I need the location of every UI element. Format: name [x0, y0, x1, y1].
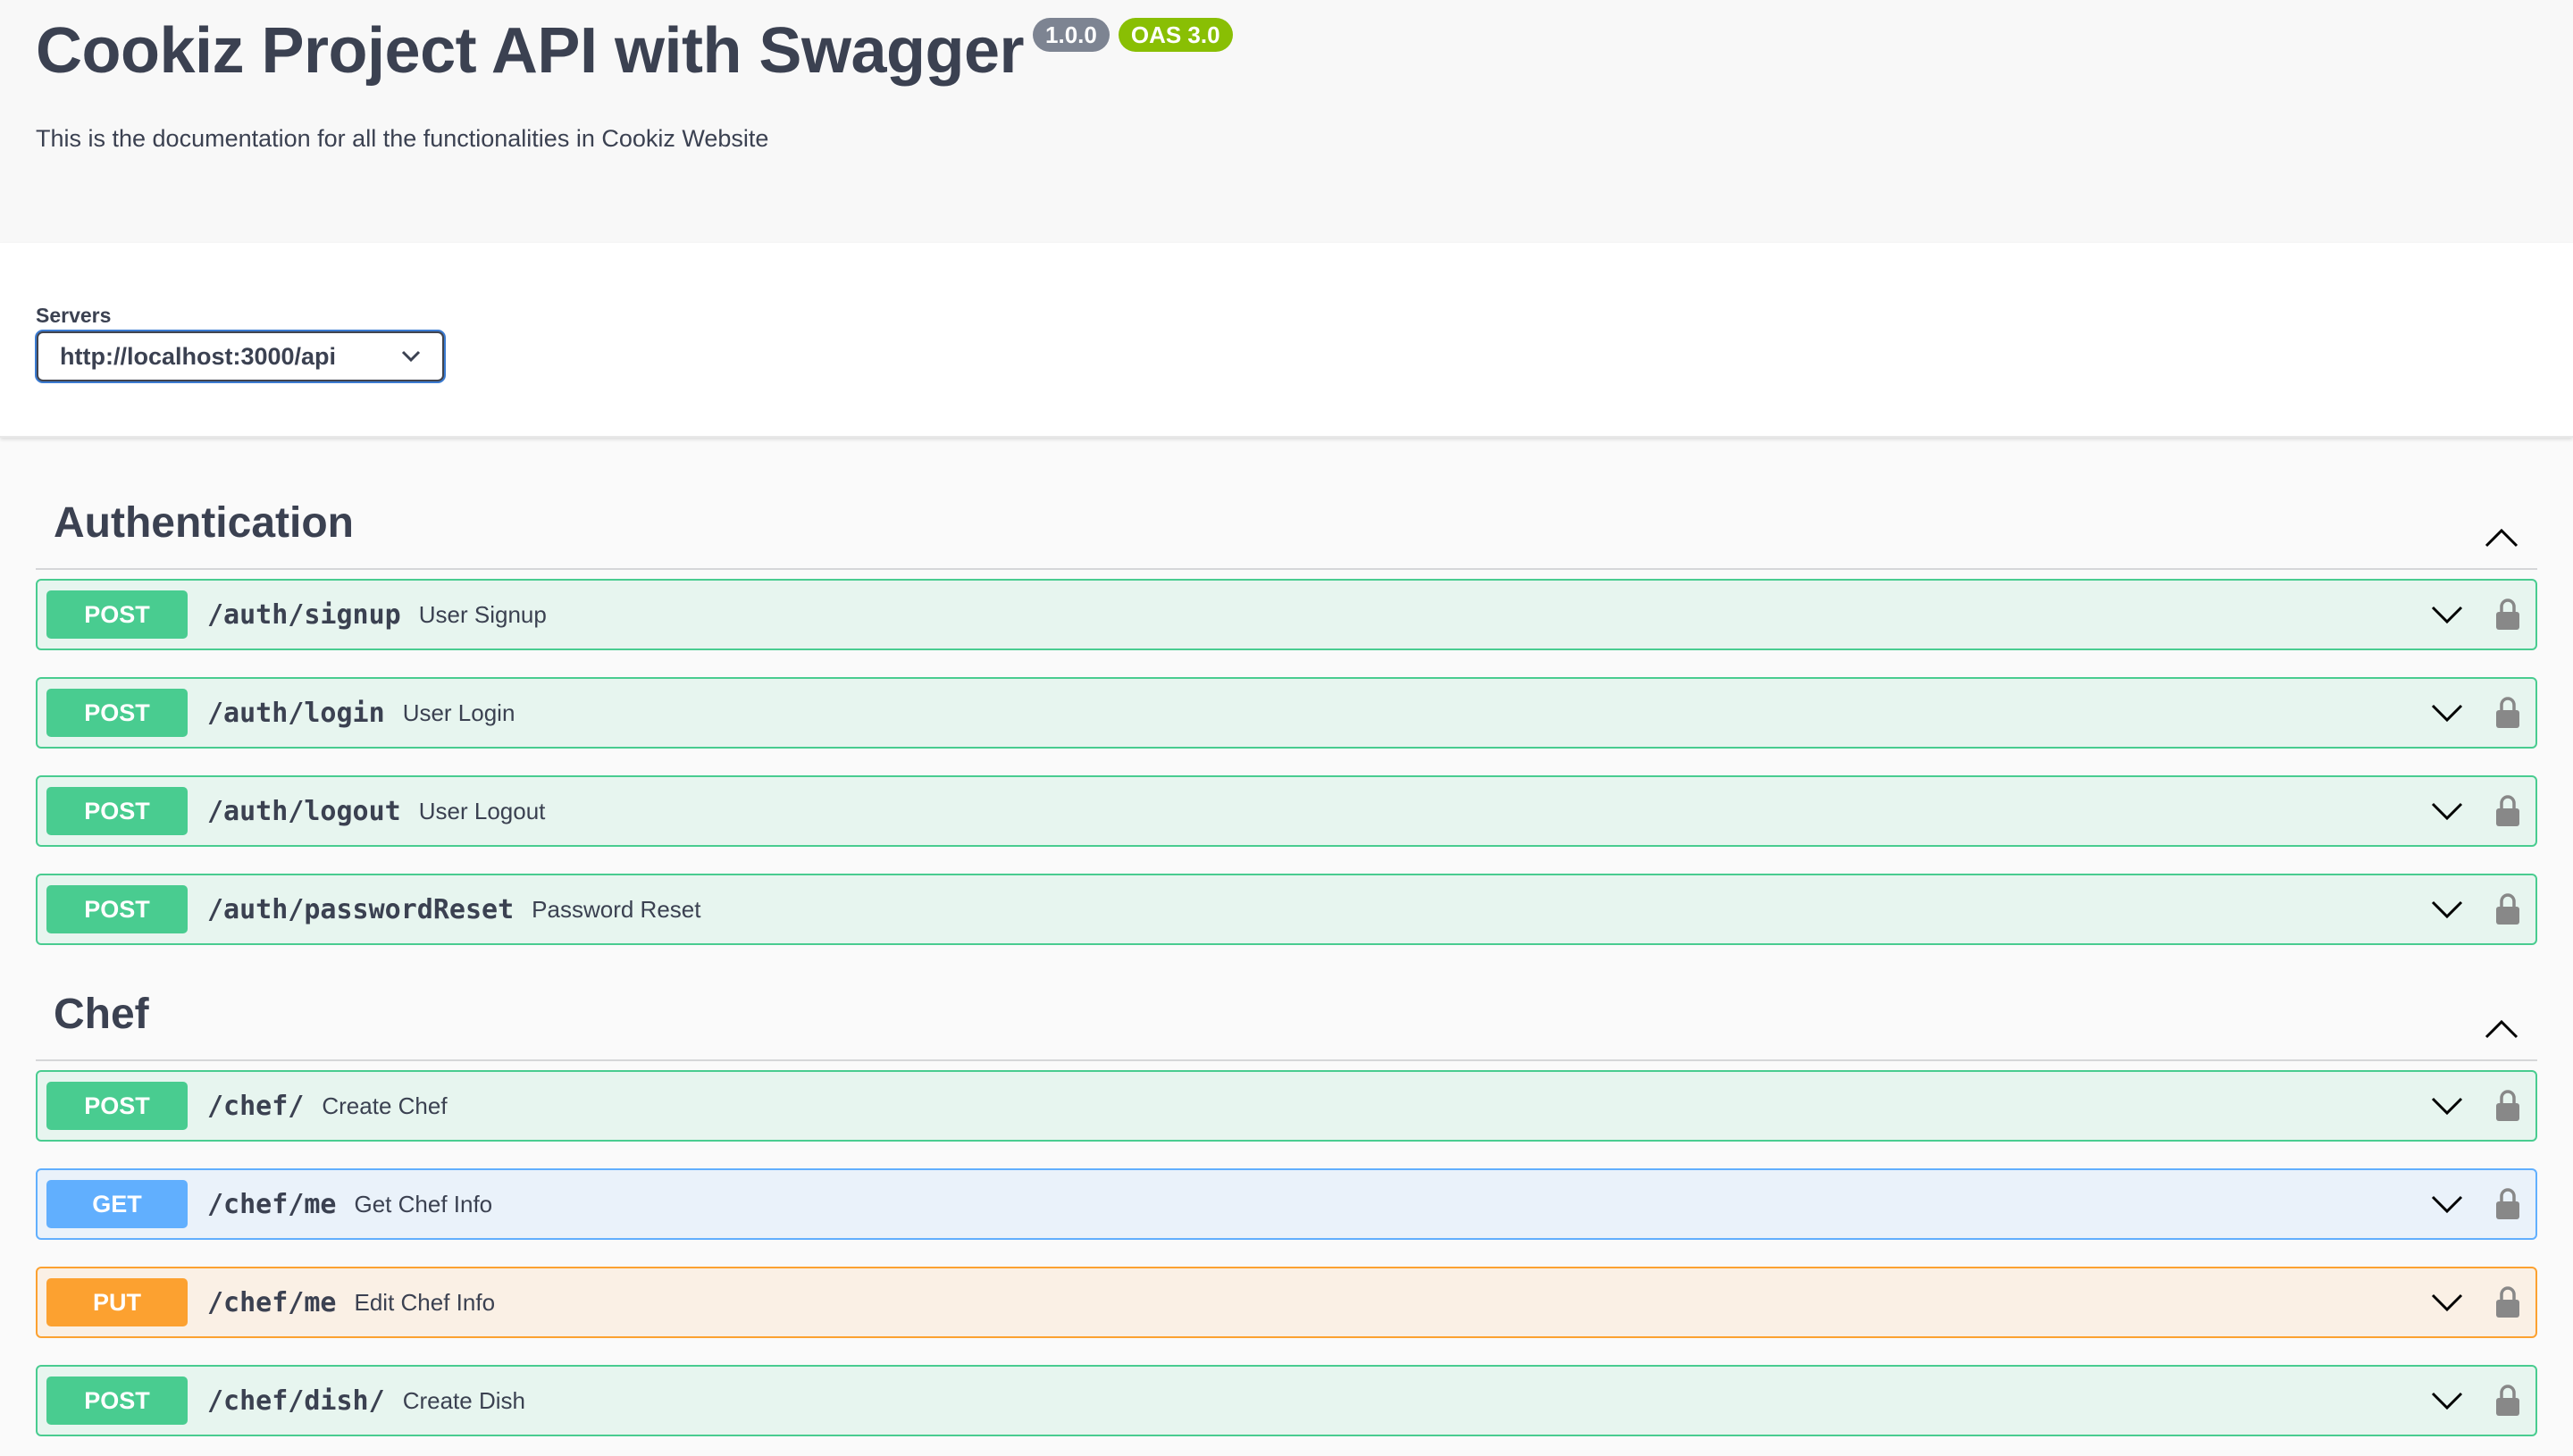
operation-path: /chef/	[207, 1090, 305, 1122]
operation-summary: User Signup	[418, 600, 547, 628]
operation-summary: Create Chef	[322, 1092, 448, 1119]
operation-put-chef-me[interactable]: PUT /chef/me Edit Chef Info	[36, 1267, 2537, 1338]
operation-summary: Password Reset	[532, 895, 701, 923]
operation-post-auth-logout[interactable]: POST /auth/logout User Logout	[36, 775, 2537, 847]
lock-icon[interactable]	[2494, 696, 2521, 730]
chevron-down-icon[interactable]	[2430, 1096, 2464, 1116]
servers-section: Servers http://localhost:3000/api	[0, 243, 2573, 438]
title-row: Cookiz Project API with Swagger 1.0.0 OA…	[36, 13, 1233, 89]
operation-path: /chef/dish/	[207, 1385, 385, 1417]
operation-path: /auth/signup	[207, 598, 401, 631]
operation-post-auth-login[interactable]: POST /auth/login User Login	[36, 677, 2537, 749]
operation-summary: Get Chef Info	[354, 1190, 493, 1218]
chevron-down-icon	[401, 350, 421, 363]
lock-icon[interactable]	[2494, 1187, 2521, 1221]
operation-path: /auth/logout	[207, 795, 401, 827]
chevron-down-icon[interactable]	[2430, 1194, 2464, 1214]
tag-section-chef: Chef POST /chef/ Create Chef GET /chef/m…	[36, 945, 2537, 1436]
chevron-down-icon[interactable]	[2430, 703, 2464, 723]
chevron-down-icon[interactable]	[2430, 900, 2464, 919]
operation-post-auth-password-reset[interactable]: POST /auth/passwordReset Password Reset	[36, 874, 2537, 945]
operation-path: /chef/me	[207, 1188, 337, 1220]
operation-summary: User Logout	[418, 797, 546, 824]
operation-post-chef-dish[interactable]: POST /chef/dish/ Create Dish	[36, 1365, 2537, 1436]
operations-list: Authentication POST /auth/signup User Si…	[0, 438, 2573, 1436]
oas-badge: OAS 3.0	[1118, 18, 1233, 52]
lock-icon[interactable]	[2494, 1089, 2521, 1123]
lock-icon[interactable]	[2494, 794, 2521, 828]
method-badge: POST	[46, 787, 188, 835]
tag-title: Authentication	[54, 499, 354, 547]
operation-post-auth-signup[interactable]: POST /auth/signup User Signup	[36, 579, 2537, 650]
operation-path: /auth/login	[207, 697, 385, 729]
method-badge: GET	[46, 1180, 188, 1228]
chevron-down-icon[interactable]	[2430, 605, 2464, 624]
operation-post-chef[interactable]: POST /chef/ Create Chef	[36, 1070, 2537, 1142]
tag-title: Chef	[54, 991, 149, 1038]
servers-label: Servers	[36, 304, 112, 327]
tag-section-authentication: Authentication POST /auth/signup User Si…	[36, 438, 2537, 945]
method-badge: POST	[46, 689, 188, 737]
tag-header-chef[interactable]: Chef	[36, 945, 2537, 1061]
chevron-down-icon[interactable]	[2430, 801, 2464, 821]
chevron-down-icon[interactable]	[2430, 1293, 2464, 1312]
method-badge: POST	[46, 1377, 188, 1425]
chevron-up-icon[interactable]	[2484, 527, 2519, 548]
api-description: This is the documentation for all the fu…	[36, 125, 769, 152]
lock-icon[interactable]	[2494, 1384, 2521, 1418]
method-badge: POST	[46, 590, 188, 639]
operations: POST /chef/ Create Chef GET /chef/me Get…	[36, 1070, 2537, 1436]
operation-summary: User Login	[402, 699, 515, 726]
version-badge: 1.0.0	[1033, 18, 1110, 52]
chevron-down-icon[interactable]	[2430, 1391, 2464, 1410]
server-select-value: http://localhost:3000/api	[60, 342, 337, 370]
server-select[interactable]: http://localhost:3000/api	[35, 330, 446, 383]
lock-icon[interactable]	[2494, 1285, 2521, 1319]
method-badge: POST	[46, 1082, 188, 1130]
operation-path: /chef/me	[207, 1286, 337, 1318]
chevron-up-icon[interactable]	[2484, 1018, 2519, 1040]
lock-icon[interactable]	[2494, 598, 2521, 632]
operation-path: /auth/passwordReset	[207, 893, 515, 925]
operation-summary: Create Dish	[402, 1386, 525, 1414]
operation-summary: Edit Chef Info	[354, 1288, 496, 1316]
operation-get-chef-me[interactable]: GET /chef/me Get Chef Info	[36, 1168, 2537, 1240]
lock-icon[interactable]	[2494, 892, 2521, 926]
operations: POST /auth/signup User Signup POST /auth…	[36, 579, 2537, 945]
method-badge: POST	[46, 885, 188, 933]
info-header: Cookiz Project API with Swagger 1.0.0 OA…	[0, 0, 2573, 243]
tag-header-authentication[interactable]: Authentication	[36, 438, 2537, 570]
page-title: Cookiz Project API with Swagger	[36, 15, 1025, 87]
method-badge: PUT	[46, 1278, 188, 1326]
